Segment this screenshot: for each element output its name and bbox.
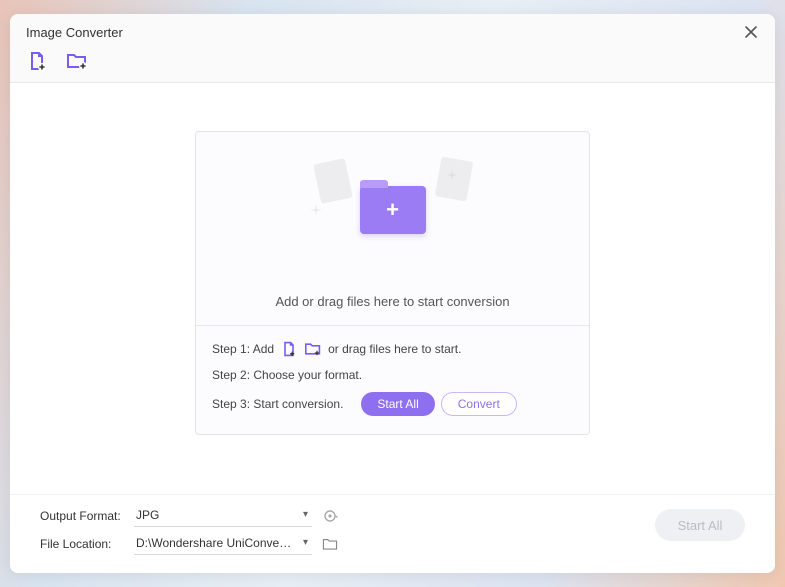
app-window: Image Converter	[10, 14, 775, 573]
open-folder-button[interactable]	[320, 534, 340, 554]
window-title: Image Converter	[26, 25, 123, 40]
plus-icon: +	[386, 199, 399, 221]
start-all-label: Start All	[678, 518, 723, 533]
dropzone-caption: Add or drag files here to start conversi…	[196, 282, 589, 325]
main-area: + Add or drag files here to start conver…	[10, 83, 775, 494]
file-location-value: D:\Wondershare UniConverter 15\Im	[136, 536, 292, 550]
output-format-row: Output Format: JPG ▾	[40, 505, 745, 527]
close-icon	[744, 25, 758, 39]
file-location-select[interactable]: D:\Wondershare UniConverter 15\Im ▾	[134, 533, 312, 555]
output-format-select[interactable]: JPG ▾	[134, 505, 312, 527]
titlebar: Image Converter	[10, 14, 775, 46]
add-file-button[interactable]	[26, 50, 48, 72]
close-button[interactable]	[743, 24, 759, 40]
output-format-label: Output Format:	[40, 509, 126, 523]
drop-illustration: +	[196, 132, 589, 282]
file-location-row: File Location: D:\Wondershare UniConvert…	[40, 533, 745, 555]
toolbar	[10, 46, 775, 83]
step-1-text-b: or drag files here to start.	[328, 342, 461, 356]
start-all-button[interactable]: Start All	[655, 509, 745, 541]
file-location-label: File Location:	[40, 537, 126, 551]
add-folder-button[interactable]	[66, 50, 88, 72]
step-1-text-a: Step 1: Add	[212, 342, 274, 356]
step-2-text: Step 2: Choose your format.	[212, 368, 362, 382]
gear-icon	[322, 508, 338, 524]
sparkle-icon	[447, 170, 457, 180]
chevron-down-icon: ▾	[303, 509, 308, 520]
convert-example-button: Convert	[441, 392, 517, 416]
footer: Output Format: JPG ▾ File Location: D:\W…	[10, 494, 775, 573]
format-settings-button[interactable]	[320, 506, 340, 526]
add-file-mini-icon	[280, 340, 298, 358]
step-2: Step 2: Choose your format.	[212, 368, 573, 382]
add-folder-icon	[66, 51, 88, 71]
step-3-text: Step 3: Start conversion.	[212, 397, 343, 411]
upload-folder-icon[interactable]: +	[360, 186, 426, 234]
output-format-value: JPG	[136, 508, 159, 522]
folder-icon	[322, 537, 338, 551]
dropzone[interactable]: + Add or drag files here to start conver…	[195, 131, 590, 435]
step-3: Step 3: Start conversion. Start All Conv…	[212, 392, 573, 416]
chevron-down-icon: ▾	[303, 537, 308, 548]
start-all-example-button: Start All	[361, 392, 434, 416]
add-folder-mini-icon	[304, 340, 322, 358]
step-1: Step 1: Add or drag files here to start.	[212, 340, 573, 358]
add-file-icon	[27, 51, 47, 71]
sparkle-icon	[310, 204, 322, 216]
faint-doc-icon	[312, 157, 354, 205]
steps-panel: Step 1: Add or drag files here to start.…	[196, 325, 589, 434]
